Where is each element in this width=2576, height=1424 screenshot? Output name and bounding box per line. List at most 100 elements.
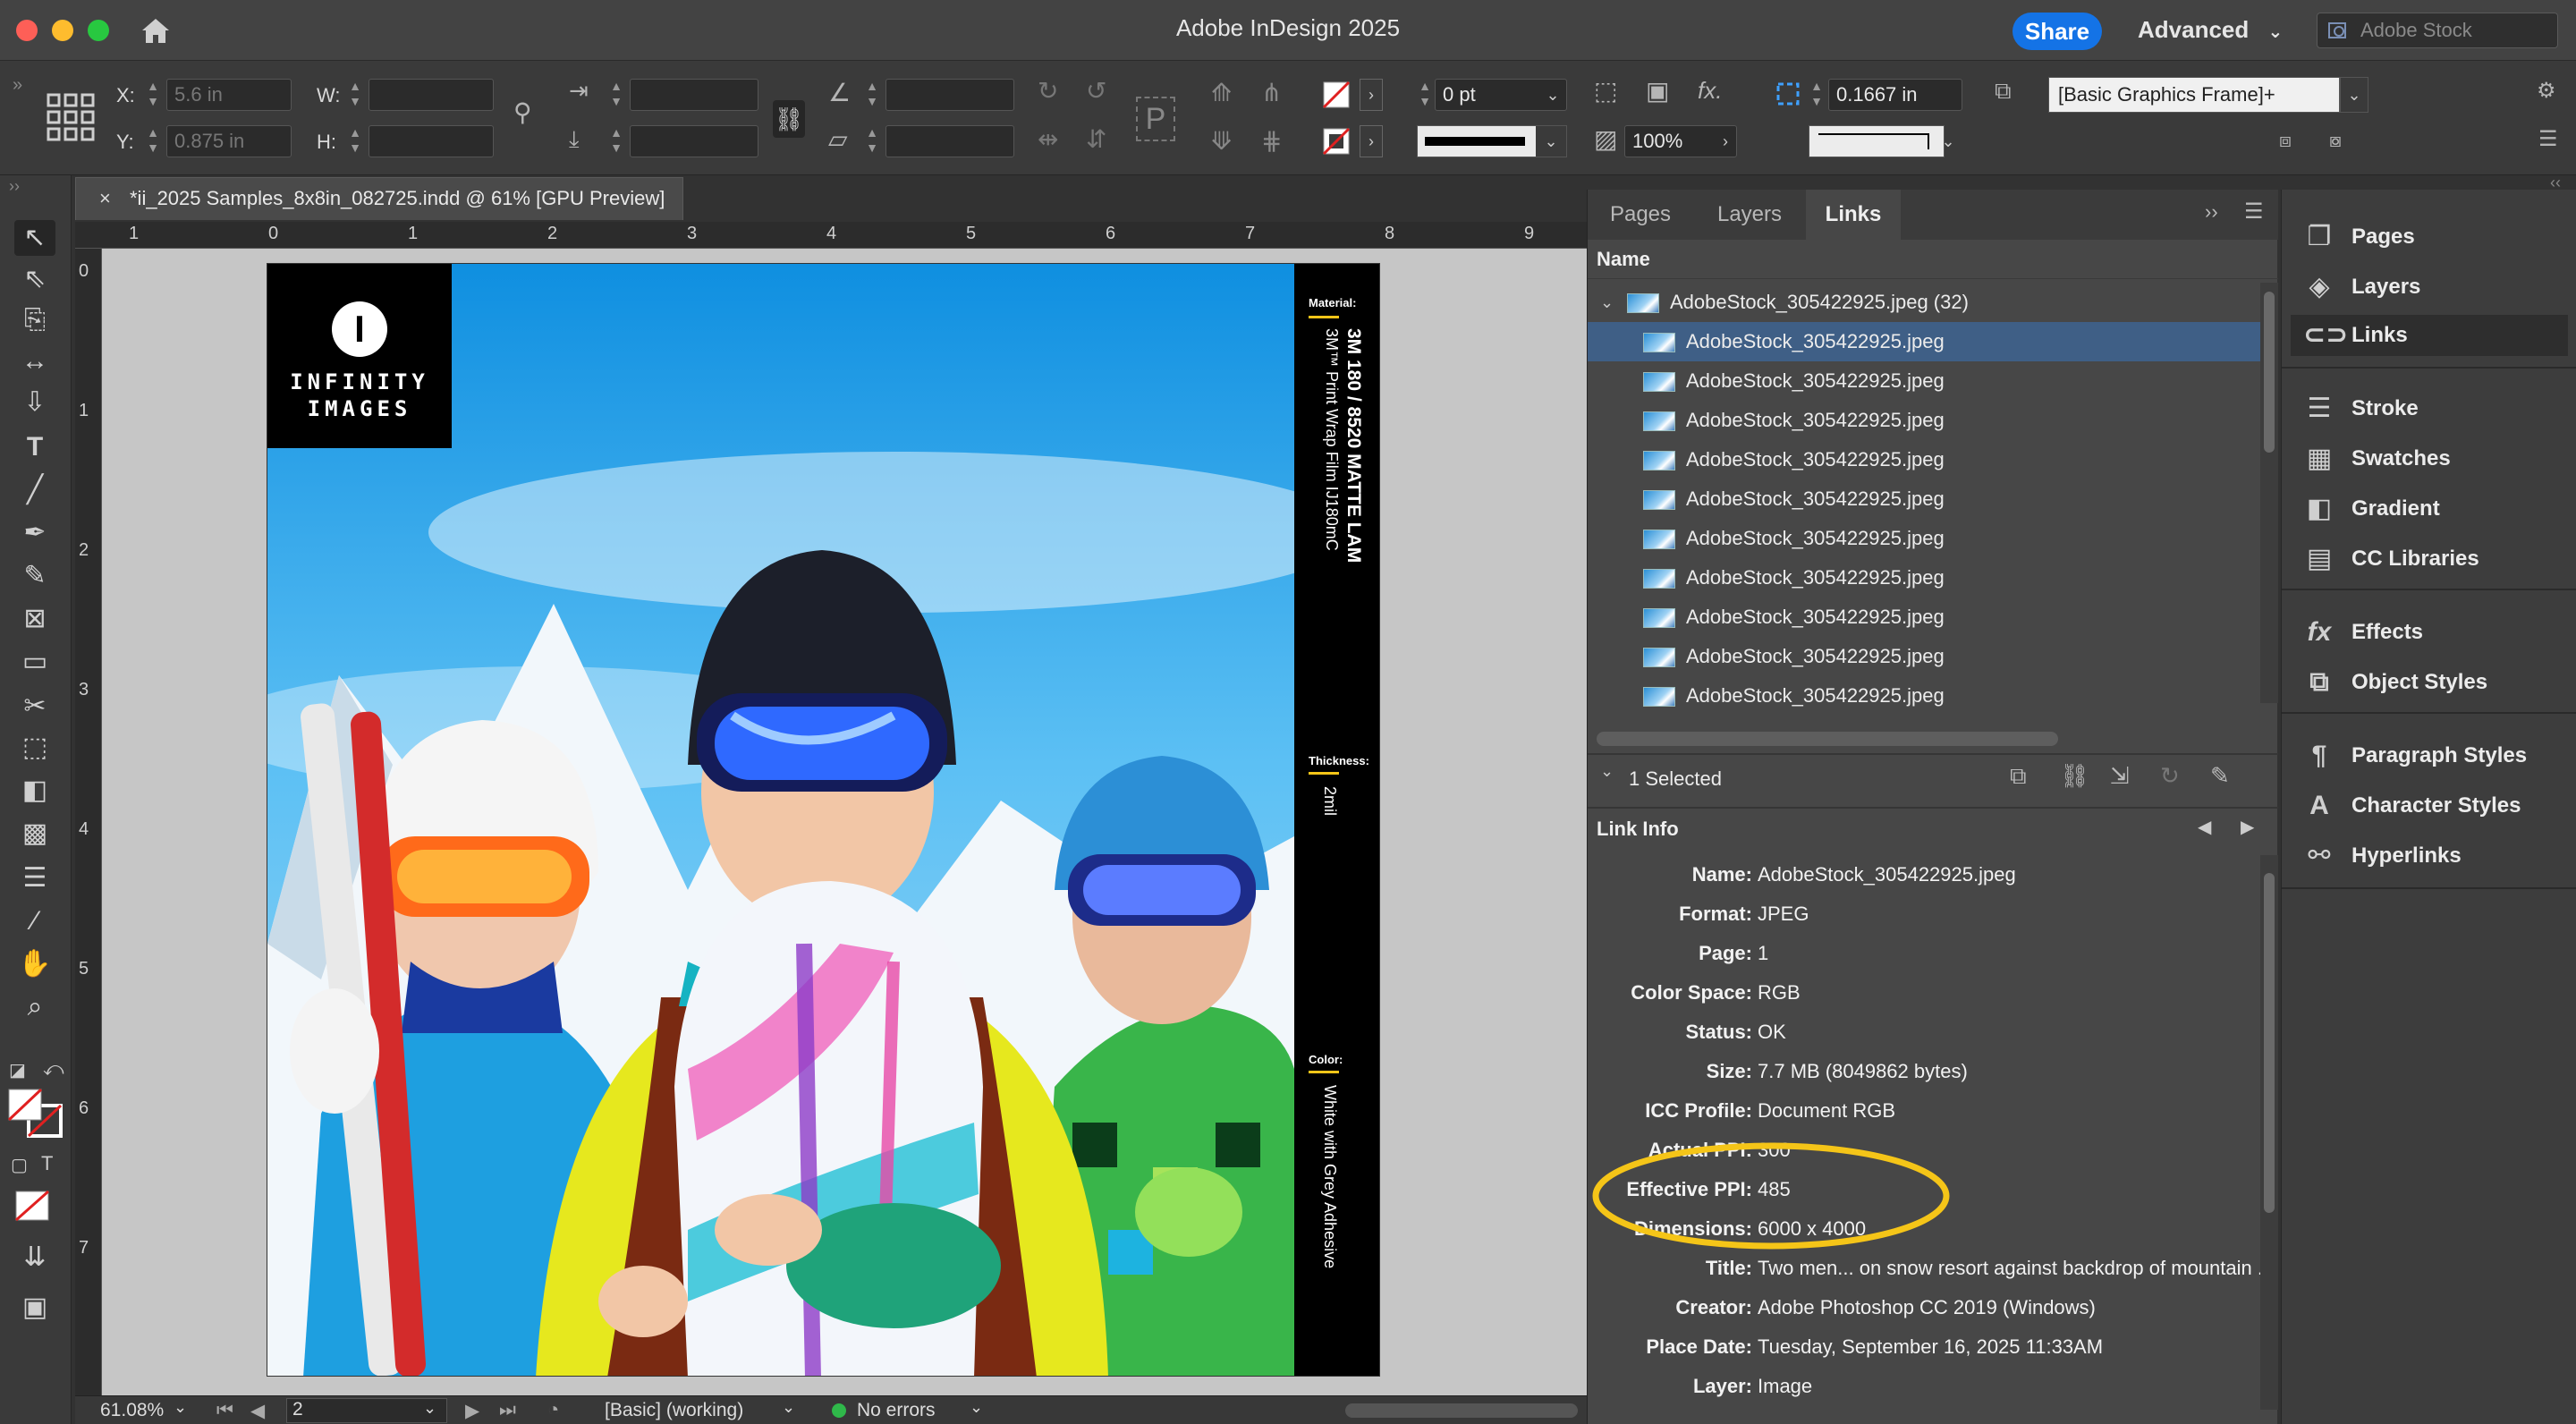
preview-mode-icon[interactable]: ▣ [14,1290,55,1326]
apply-none-icon[interactable] [14,1190,50,1222]
select-container-icon[interactable]: ⟰ [1211,81,1232,106]
workspace-switcher[interactable]: Advanced ⌄ [2138,16,2283,44]
rectangle-frame-tool-icon[interactable]: ⊠ [14,601,55,637]
link-row[interactable]: AdobeStock_305422925.jpeg [1588,322,2260,361]
link-row[interactable]: AdobeStock_305422925.jpeg [1588,598,2260,637]
open-in-new-window-icon[interactable]: ◔ [547,1398,559,1421]
rotation-field[interactable] [886,79,1014,111]
gap-tool-icon[interactable]: ↔ [14,343,55,379]
corner-shape-dropdown[interactable] [1809,125,1945,157]
rectangle-tool-icon[interactable]: ▭ [14,644,55,680]
fill-none-icon[interactable] [1322,81,1351,109]
w-field[interactable] [369,79,494,111]
stroke-weight-spinner[interactable]: ▲ ▼ [1417,79,1433,111]
note-tool-icon[interactable]: ☰ [14,860,55,896]
y-field[interactable]: 0.875 in [166,125,292,157]
collapse-panel-icon[interactable]: ›› [2205,200,2218,224]
vertical-ruler[interactable]: 0 1 2 3 4 5 6 7 [75,249,102,1395]
panel-menu-icon[interactable]: ☰ [2538,129,2558,150]
x-field[interactable]: 5.6 in [166,79,292,111]
reference-point-icon[interactable] [47,93,95,141]
scale-y-field[interactable] [630,125,758,157]
links-column-header[interactable]: Name [1588,240,2278,279]
zoom-tool-icon[interactable]: ⌕ [14,989,55,1025]
dock-gradient[interactable]: ◧ Gradient [2291,488,2568,530]
scissors-tool-icon[interactable]: ✂ [14,689,55,725]
horizontal-scrollbar[interactable] [1345,1403,1578,1418]
scale-y-spinner[interactable]: ▲ ▼ [608,125,624,157]
stroke-type-dropdown[interactable]: ⌄ [1417,125,1567,157]
type-tool-icon[interactable]: T [14,429,55,465]
tab-layers[interactable]: Layers [1693,190,1806,240]
chevron-down-icon[interactable]: ⌄ [1600,762,1614,781]
formatting-text-icon[interactable]: T [41,1152,53,1175]
go-to-link-icon[interactable]: ⇲ [2110,762,2130,790]
rotate-clockwise-icon[interactable]: ↻ [1038,79,1058,104]
link-row[interactable]: AdobeStock_305422925.jpeg [1588,361,2260,401]
link-row[interactable]: AdobeStock_305422925.jpeg [1588,440,2260,479]
preflight-status[interactable]: No errors [857,1400,936,1421]
fit-frame-to-content-icon[interactable]: ⬚ [1594,79,1617,104]
edit-original-icon[interactable]: ✎ [2210,762,2230,790]
dock-hyperlinks[interactable]: ⚯ Hyperlinks [2291,835,2568,877]
previous-page-icon[interactable]: ◀ [250,1400,265,1422]
share-button[interactable]: Share [2012,13,2102,50]
dock-stroke[interactable]: ☰ Stroke [2291,388,2568,429]
w-spinner[interactable]: ▲ ▼ [347,79,363,111]
dock-swatches[interactable]: ▦ Swatches [2291,438,2568,479]
links-horizontal-scrollbar[interactable] [1597,732,2058,746]
opacity-menu-button[interactable]: › [1714,125,1737,157]
chevron-down-icon[interactable]: ⌄ [1934,125,1962,157]
flip-vertical-icon[interactable]: ⇵ [1086,127,1106,152]
collapse-grip-icon[interactable]: » [13,75,22,96]
corner-size-field[interactable]: 0.1667 in [1828,79,1962,111]
h-field[interactable] [369,125,494,157]
dock-effects[interactable]: fx Effects [2291,612,2568,653]
swap-fill-stroke-icon[interactable]: ⤺ [43,1057,64,1081]
shear-field[interactable] [886,125,1014,157]
h-spinner[interactable]: ▲ ▼ [347,125,363,157]
panel-menu-icon[interactable]: ☰ [2244,199,2264,225]
clear-overrides-icon[interactable]: ⧈ [2279,131,2292,150]
eyedropper-tool-icon[interactable]: ⁄ [14,903,55,939]
object-style-dropdown[interactable]: [Basic Graphics Frame]+ [2048,77,2340,113]
document-page[interactable]: I INFINITY IMAGES Material: 3M 180 / 852… [267,263,1380,1377]
gradient-swatch-tool-icon[interactable]: ◧ [14,773,55,809]
chevron-down-icon[interactable]: ⌄ [1538,79,1567,111]
next-link-icon[interactable]: ▶ [2241,816,2254,838]
select-previous-object-icon[interactable]: ⋔ [1261,81,1282,106]
link-group-row[interactable]: ⌄ AdobeStock_305422925.jpeg (32) [1588,283,2260,322]
zoom-level[interactable]: 61.08% [100,1400,164,1421]
link-row[interactable]: AdobeStock_305422925.jpeg [1588,479,2260,519]
page-tool-icon[interactable]: ⎘ [14,302,55,338]
next-page-icon[interactable]: ▶ [465,1400,479,1422]
first-page-icon[interactable]: ⏮ [216,1400,233,1421]
select-next-object-icon[interactable]: ⋕ [1261,129,1282,154]
gear-icon[interactable]: ⚙ [2537,81,2556,102]
default-fill-stroke-icon[interactable]: ◪ [9,1059,26,1081]
flip-horizontal-icon[interactable]: ⇹ [1038,127,1058,152]
preflight-profile[interactable]: [Basic] (working) [605,1400,743,1421]
fill-menu-button[interactable]: › [1360,79,1383,111]
tab-pages[interactable]: Pages [1588,190,1693,240]
fill-stroke-swatch-icon[interactable] [7,1088,64,1140]
scale-x-spinner[interactable]: ▲ ▼ [608,79,624,111]
dock-character-styles[interactable]: A Character Styles [2291,785,2568,826]
direct-selection-tool-icon[interactable]: ⇖ [14,261,55,297]
last-page-icon[interactable]: ⏭ [499,1400,516,1421]
hand-tool-icon[interactable]: ✋ [14,946,55,982]
constrain-proportions-icon[interactable]: ⚲ [513,100,532,125]
previous-link-icon[interactable]: ◀ [2198,816,2211,838]
dock-paragraph-styles[interactable]: ¶ Paragraph Styles [2291,735,2568,776]
x-spinner[interactable]: ▲ ▼ [145,79,161,111]
scrollbar-thumb[interactable] [2264,292,2275,453]
shear-spinner[interactable]: ▲ ▼ [864,125,880,157]
link-row[interactable]: AdobeStock_305422925.jpeg [1588,637,2260,676]
stroke-none-icon[interactable] [1322,127,1351,156]
constrain-scale-icon[interactable]: ⛓ [773,100,805,138]
link-row[interactable]: AdobeStock_305422925.jpeg [1588,519,2260,558]
update-link-icon[interactable]: ↻ [2160,762,2180,790]
adobe-stock-search-input[interactable]: Adobe Stock [2317,13,2558,48]
chevron-down-icon[interactable]: ⌄ [782,1398,795,1417]
drop-shadow-icon[interactable]: ▣ [1646,79,1669,104]
